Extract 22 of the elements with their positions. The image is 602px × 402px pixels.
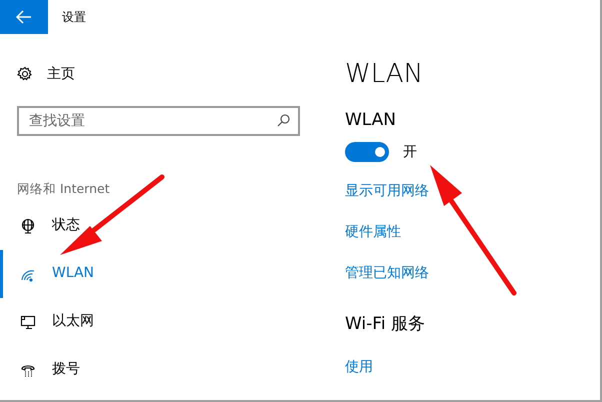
back-button[interactable] xyxy=(0,0,48,34)
nav-item[interactable]: 以太网 xyxy=(0,298,310,346)
monitor-icon xyxy=(20,314,36,330)
back-arrow-icon xyxy=(16,10,32,24)
toggle-switch[interactable] xyxy=(345,142,389,162)
gear-icon xyxy=(17,66,33,82)
page-title: WLAN xyxy=(345,58,424,90)
search-icon xyxy=(277,114,290,127)
section-heading: Wi-Fi 服务 xyxy=(345,312,425,336)
nav-item[interactable]: 拨号 xyxy=(0,346,310,394)
settings-link[interactable]: 显示可用网络 xyxy=(345,180,429,202)
section-heading: 网络和 Internet xyxy=(17,180,110,198)
settings-link[interactable]: 硬件属性 xyxy=(345,222,401,242)
settings-link[interactable]: 使用 xyxy=(345,357,373,378)
home-nav-item[interactable]: 主页 xyxy=(0,64,75,84)
nav-item[interactable]: 状态 xyxy=(0,202,310,250)
globe-icon xyxy=(20,218,36,234)
window-title: 设置 xyxy=(62,9,86,26)
toggle-state: 开 xyxy=(403,142,417,162)
settings-link[interactable]: 管理已知网络 xyxy=(345,262,429,284)
toggle-label: WLAN xyxy=(345,109,396,132)
search-field[interactable]: 查找设置 xyxy=(17,106,300,136)
